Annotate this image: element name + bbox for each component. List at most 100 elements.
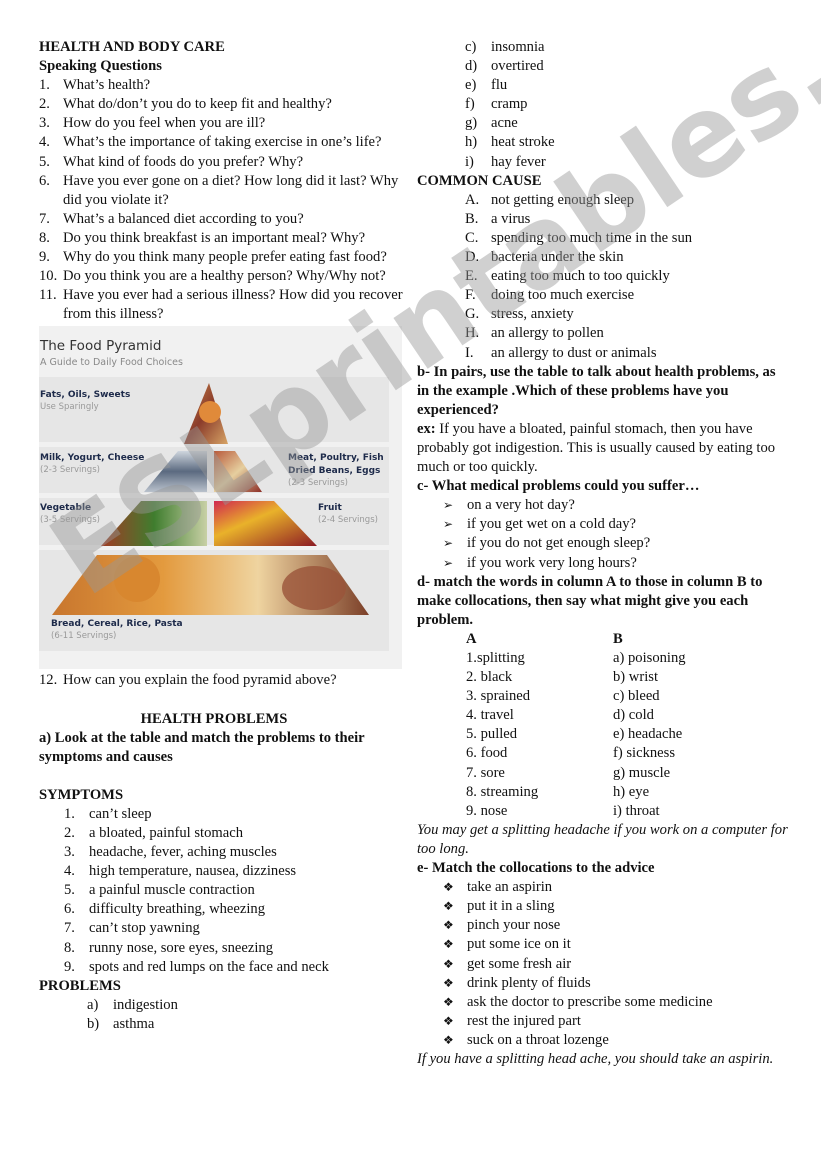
pyramid-label-fruit: Fruit xyxy=(318,503,342,514)
column-a-item: 3. sprained xyxy=(466,688,531,705)
problem-item: b) asthma xyxy=(39,1015,404,1034)
right-column: c) insomnia d) overtired e) flu f) cramp g) a… xyxy=(417,38,789,1069)
question-item: 9. Why do you think many people prefer ea… xyxy=(39,248,404,267)
pyramid-title: The Food Pyramid xyxy=(40,338,162,355)
item-text: difficulty breathing, wheezing xyxy=(89,901,266,918)
item-text: can’t sleep xyxy=(89,805,152,822)
column-a-item: 1.splitting xyxy=(466,650,525,666)
task-a-instruction: a) Look at the table and match the probl… xyxy=(39,729,365,765)
column-b-item: e) headache xyxy=(613,726,683,743)
item-letter: i) xyxy=(465,153,474,170)
item-text: drink plenty of fluids xyxy=(467,974,591,991)
item-letter: G. xyxy=(465,306,480,323)
pyramid-tier-milk xyxy=(144,451,207,493)
item-text: take an aspirin xyxy=(467,879,553,896)
advice-item: ❖ put it in a sling xyxy=(417,897,789,916)
question-number: 11. xyxy=(39,287,57,304)
item-number: 3. xyxy=(64,844,75,861)
question-number: 10. xyxy=(39,268,58,285)
question-item: 7. What’s a balanced diet according to yo… xyxy=(39,210,404,229)
item-text: a bloated, painful stomach xyxy=(89,824,243,841)
item-text: not getting enough sleep xyxy=(491,191,635,208)
symptom-item: 4. high temperature, nausea, dizziness xyxy=(39,862,404,881)
problems-list-part2: c) insomnia d) overtired e) flu f) cramp g) a… xyxy=(417,38,789,172)
task-e-instruction: e- Match the collocations to the advice xyxy=(417,860,655,877)
item-letter: A. xyxy=(465,191,480,208)
problem-item: d) overtired xyxy=(417,57,789,76)
problem-item: c) insomnia xyxy=(417,38,789,57)
question-text: Do you think breakfast is an important m… xyxy=(63,229,366,246)
question-12: 12. How can you explain the food pyramid … xyxy=(39,671,404,690)
question-text: Why do you think many people prefer eati… xyxy=(63,249,387,266)
question-item: 8. Do you think breakfast is an important… xyxy=(39,229,404,248)
question-text: How can you explain the food pyramid abo… xyxy=(63,672,337,689)
item-letter: B. xyxy=(465,210,479,227)
column-a-item: 4. travel xyxy=(466,707,514,724)
item-text: can’t stop yawning xyxy=(89,920,200,937)
donut-shape xyxy=(199,401,221,424)
item-letter: f) xyxy=(465,96,475,113)
pyramid-servings-vegetable: (3-5 Servings) xyxy=(40,515,100,526)
item-text: if you get wet on a cold day? xyxy=(467,516,636,533)
item-text: cramp xyxy=(491,96,528,113)
causes-list: A. not getting enough sleep B. a virus C. s… xyxy=(417,191,789,363)
task-d-example: You may get a splitting headache if you … xyxy=(417,821,788,857)
question-item: 6. Have you ever gone on a diet? How long… xyxy=(39,172,404,210)
cause-item: D. bacteria under the skin xyxy=(417,248,789,267)
pyramid-subtitle: A Guide to Daily Food Choices xyxy=(40,357,183,369)
symptom-item: 2. a bloated, painful stomach xyxy=(39,824,404,843)
item-number: 2. xyxy=(64,824,75,841)
item-letter: E. xyxy=(465,268,478,285)
item-text: bacteria under the skin xyxy=(491,249,624,266)
symptom-item: 7. can’t stop yawning xyxy=(39,919,404,938)
column-a-item: 2. black xyxy=(466,669,513,686)
item-letter: I. xyxy=(465,344,474,361)
symptom-item: 6. difficulty breathing, wheezing xyxy=(39,900,404,919)
problem-item: a) indigestion xyxy=(39,996,404,1015)
pyramid-label-fats: Fats, Oils, Sweets xyxy=(40,390,131,401)
column-b-item: i) throat xyxy=(613,802,660,819)
item-text: overtired xyxy=(491,58,544,75)
question-number: 4. xyxy=(39,134,50,151)
column-b-item: g) muscle xyxy=(613,764,671,781)
problem-item: g) acne xyxy=(417,114,789,133)
problem-item: e) flu xyxy=(417,76,789,95)
food-pyramid-figure: The Food Pyramid A Guide to Daily Food C… xyxy=(39,326,402,670)
left-column: HEALTH AND BODY CARE Speaking Questions … xyxy=(39,38,404,1034)
item-text: an allergy to pollen xyxy=(491,325,604,342)
pyramid-label-vegetable: Vegetable xyxy=(40,503,92,514)
item-text: stress, anxiety xyxy=(491,306,574,323)
cause-item: C. spending too much time in the sun xyxy=(417,229,789,248)
item-letter: c) xyxy=(465,39,477,55)
advice-item: ❖ pinch your nose xyxy=(417,916,789,935)
page-title: HEALTH AND BODY CARE xyxy=(39,39,225,55)
item-text: if you work very long hours? xyxy=(467,554,637,571)
cause-item: F. doing too much exercise xyxy=(417,286,789,305)
advice-list: ❖ take an aspirin ❖ put it in a sling ❖ pin… xyxy=(417,878,789,1050)
item-text: get some fresh air xyxy=(467,955,572,972)
question-item: 11. Have you ever had a serious illness? … xyxy=(39,286,404,324)
item-number: 9. xyxy=(64,958,75,975)
column-b-item: b) wrist xyxy=(613,669,658,686)
item-text: put some ice on it xyxy=(467,936,571,953)
item-letter: H. xyxy=(465,325,480,342)
item-number: 1. xyxy=(64,805,75,822)
task-c-instruction: c- What medical problems could you suffe… xyxy=(417,478,700,495)
common-cause-heading: COMMON CAUSE xyxy=(417,172,542,189)
column-a-item: 7. sore xyxy=(466,764,505,781)
collocations-table: A B 1.splitting a) poisoning 2. black b) w… xyxy=(417,630,789,821)
item-text: doing too much exercise xyxy=(491,287,635,304)
question-item: 3. How do you feel when you are ill? xyxy=(39,114,404,133)
item-text: eating too much to too quickly xyxy=(491,268,670,285)
item-number: 4. xyxy=(64,863,75,880)
advice-item: ❖ rest the injured part xyxy=(417,1012,789,1031)
arrow-bullet-icon: ➢ xyxy=(443,536,454,551)
example-label: ex: xyxy=(417,420,436,437)
question-number: 7. xyxy=(39,210,50,227)
question-text: What kind of foods do you prefer? Why? xyxy=(63,153,304,170)
question-text: What do/don’t you do to keep fit and hea… xyxy=(63,96,332,113)
item-text: high temperature, nausea, dizziness xyxy=(89,863,297,880)
question-item: 12. How can you explain the food pyramid … xyxy=(39,671,404,690)
task-c-item: ➢ on a very hot day? xyxy=(417,496,789,515)
question-item: 4. What’s the importance of taking exerci… xyxy=(39,133,404,152)
